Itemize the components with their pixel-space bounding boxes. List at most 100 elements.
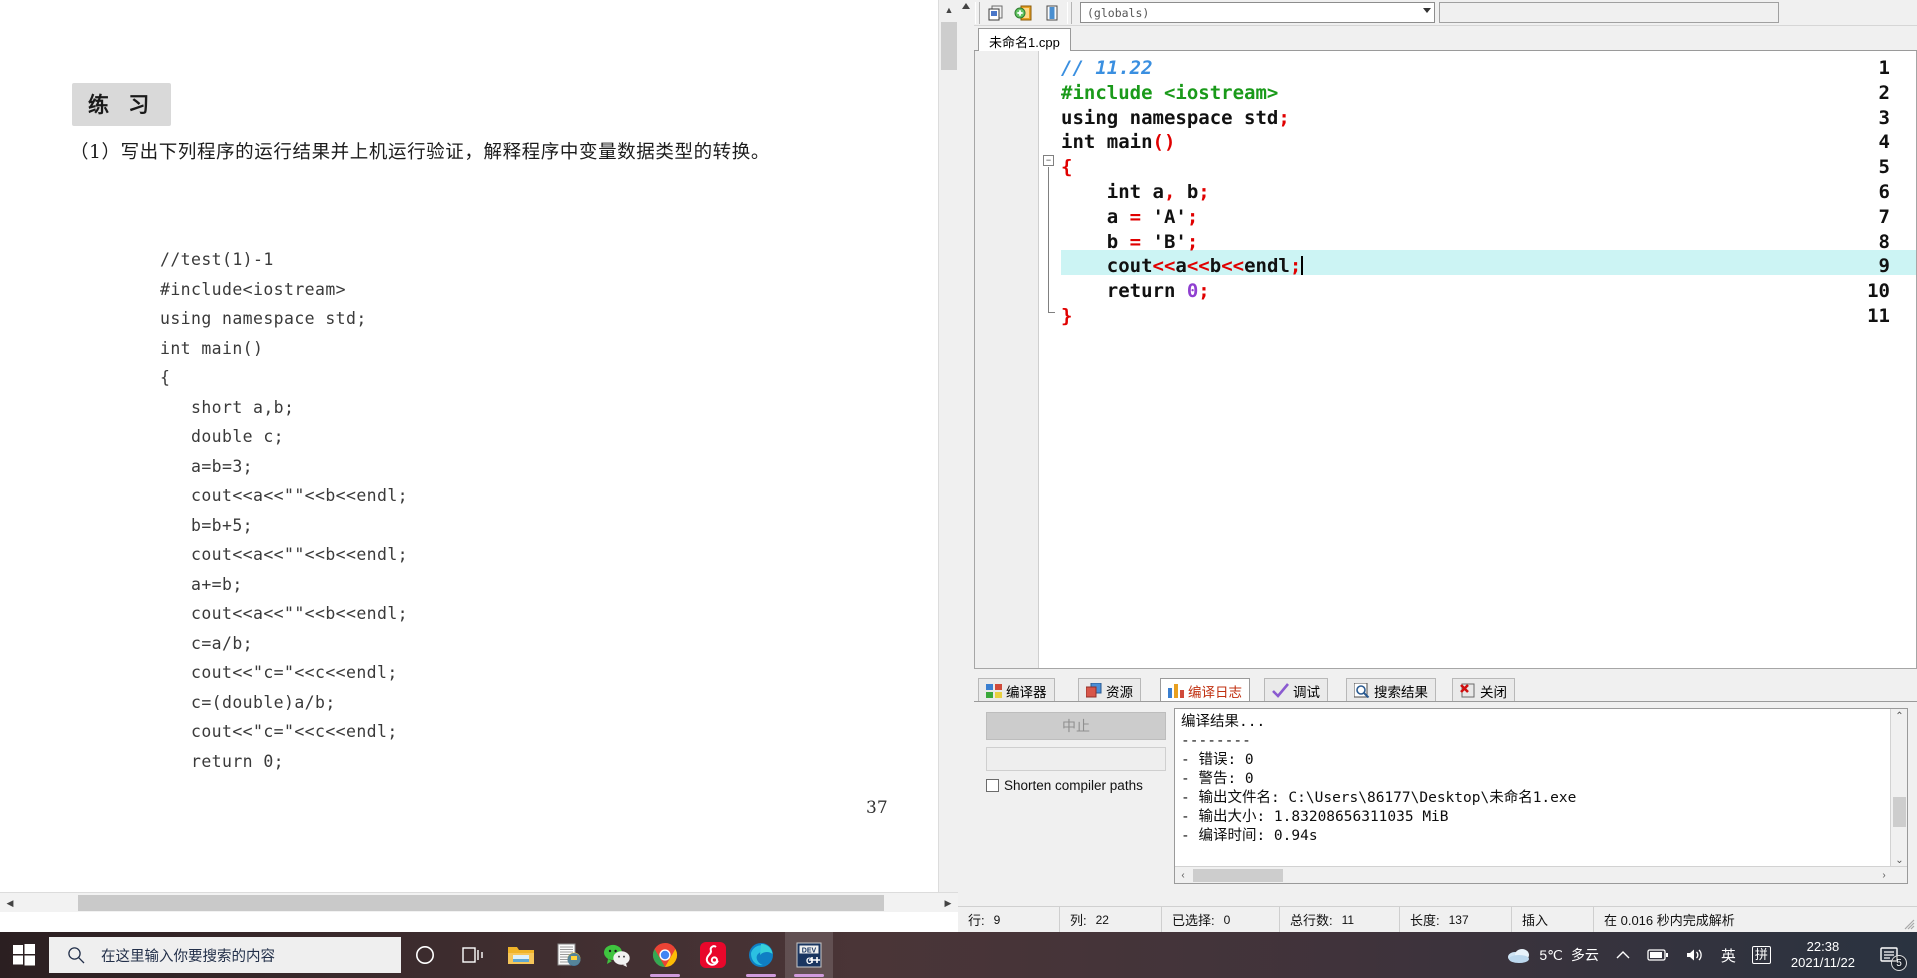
code-editor[interactable]: − 1 2 3 4 5 6 7 8 9 10 11 // 11.22 #incl… [974,51,1917,669]
app-running-indicator [794,974,824,977]
document-vertical-scrollbar[interactable]: ▲ ▼ [938,0,958,912]
vertical-scroll-thumb[interactable] [941,22,957,70]
netease-music-icon[interactable] [689,932,737,978]
status-parse-time: 在 0.016 秒内完成解析 [1594,907,1745,933]
status-length-label: 长度: [1410,913,1440,928]
ime-mode-indicator[interactable]: 拼 [1744,932,1779,978]
status-line-value: 9 [993,912,1001,927]
scroll-left-icon[interactable]: ‹ [1175,867,1191,883]
log-vertical-scrollbar[interactable]: ⌃ ⌄ [1890,709,1907,868]
document-viewer-pane[interactable]: 练 习 （1）写出下列程序的运行结果并上机运行验证，解释程序中变量数据类型的转换… [0,0,958,932]
status-parse-time-label: 在 0.016 秒内完成解析 [1604,913,1735,928]
app-running-indicator [746,974,776,977]
page-number: 37 [866,798,888,818]
horizontal-scroll-thumb[interactable] [78,895,884,911]
shorten-compiler-paths-label: Shorten compiler paths [1004,778,1143,793]
shorten-compiler-paths-row[interactable]: Shorten compiler paths [986,778,1143,793]
taskbar-clock[interactable]: 22:38 2021/11/22 [1779,932,1867,978]
cortana-icon[interactable] [401,932,449,978]
exercise-heading: 练 习 [72,83,172,126]
search-icon [68,947,85,964]
ime-language-indicator[interactable]: 英 [1713,932,1744,978]
save-file-button[interactable] [1039,1,1065,25]
wechat-icon[interactable] [593,932,641,978]
document-page: 练 习 （1）写出下列程序的运行结果并上机运行验证，解释程序中变量数据类型的转换… [0,0,938,898]
battery-icon[interactable] [1639,932,1677,978]
tab-compile-log-label: 编译日志 [1188,684,1242,700]
scroll-left-icon[interactable]: ◀ [0,893,20,913]
scroll-right-icon[interactable]: › [1876,867,1892,883]
search-results-icon [1354,683,1370,698]
log-horizontal-thumb[interactable] [1193,869,1283,882]
message-tabstrip: 编译器 资源 编译日志 调试 搜索结果 关闭 [974,676,1917,702]
ime-mode-label: 拼 [1751,946,1771,964]
open-project-button[interactable] [1011,1,1037,25]
devcpp-left-strip[interactable] [958,0,974,932]
toolbar-grip-2[interactable] [1067,1,1072,24]
notepad-python-icon[interactable] [545,932,593,978]
taskbar-search-box[interactable]: 在这里输入你要搜索的内容 [49,937,401,973]
tab-debug[interactable]: 调试 [1264,678,1328,702]
tab-search-results[interactable]: 搜索结果 [1346,678,1436,702]
status-line: 行: 9 [958,906,1060,932]
tab-close[interactable]: 关闭 [1452,678,1515,702]
new-file-button[interactable] [983,1,1009,25]
debug-check-icon [1272,683,1289,698]
volume-icon[interactable] [1677,932,1713,978]
clock-date: 2021/11/22 [1790,955,1855,970]
abort-button[interactable]: 中止 [986,712,1166,740]
tab-resource[interactable]: 资源 [1078,678,1141,702]
status-total-lines-value: 11 [1341,912,1355,927]
log-vertical-thumb[interactable] [1893,797,1906,827]
editor-tab-file[interactable]: 未命名1.cpp [978,28,1071,51]
shorten-compiler-paths-checkbox[interactable] [986,779,999,792]
compiler-icon [986,683,1002,698]
devcpp-icon[interactable]: DEV C [785,932,833,978]
fold-guide-line [1048,167,1049,313]
scroll-up-icon[interactable]: ▲ [939,0,958,20]
code-line-4: int main() [1061,131,1176,154]
log-horizontal-scrollbar[interactable]: ‹ › [1175,866,1907,883]
scope-combo[interactable]: (globals) [1080,2,1435,23]
edge-icon[interactable] [737,932,785,978]
task-view-icon[interactable] [449,932,497,978]
show-hidden-icons-button[interactable] [1607,932,1639,978]
status-selected-label: 已选择: [1172,913,1215,928]
tab-compile-log[interactable]: 编译日志 [1160,678,1250,702]
toolbar-grip[interactable] [975,1,980,24]
notification-center-button[interactable]: 5 [1867,932,1911,978]
start-button[interactable] [0,932,48,978]
editor-gutter [975,51,1039,668]
screen-root: 练 习 （1）写出下列程序的运行结果并上机运行验证，解释程序中变量数据类型的转换… [0,0,1917,978]
tab-compiler[interactable]: 编译器 [978,678,1055,702]
scroll-up-icon[interactable]: ⌃ [1891,709,1907,724]
weather-widget[interactable]: 5℃ 多云 [1499,932,1607,978]
taskbar-search-placeholder: 在这里输入你要搜索的内容 [101,948,275,965]
file-explorer-icon[interactable] [497,932,545,978]
code-line-1: // 11.22 [1061,56,1916,81]
editor-fold-column[interactable]: − [1039,51,1061,668]
status-column-value: 22 [1095,912,1109,927]
secondary-combo[interactable] [1439,2,1779,23]
notification-count-badge: 5 [1891,955,1907,971]
windows-taskbar: 在这里输入你要搜索的内容 DEV C 5℃ 多云 英 拼 22:38 2021/… [0,932,1917,978]
status-insert-mode: 插入 [1512,906,1594,932]
tab-compiler-label: 编译器 [1006,684,1047,700]
code-preprocessor: #include <iostream> [1061,81,1279,104]
fold-toggle-icon[interactable]: − [1043,155,1054,166]
code-line-9: cout<<a<<b<<endl; [1061,255,1304,278]
scroll-right-icon[interactable]: ▶ [938,893,958,913]
chevron-down-icon[interactable] [1423,8,1431,13]
resize-grip-icon[interactable] [1903,918,1915,930]
clock-time: 22:38 [1806,939,1840,954]
ime-language-label: 英 [1720,947,1736,965]
cloud-icon [1508,949,1530,963]
tab-close-label: 关闭 [1480,684,1507,700]
chrome-icon[interactable] [641,932,689,978]
scroll-up-icon[interactable] [962,3,970,9]
code-line-2: #include <iostream> [1061,81,1916,106]
document-horizontal-scrollbar[interactable]: ◀ ▶ [0,892,958,912]
compile-log-output[interactable]: 编译结果... -------- - 错误: 0 - 警告: 0 - 输出文件名… [1174,708,1908,884]
text-cursor [1301,256,1304,276]
compile-log-text: 编译结果... -------- - 错误: 0 - 警告: 0 - 输出文件名… [1181,714,1577,844]
